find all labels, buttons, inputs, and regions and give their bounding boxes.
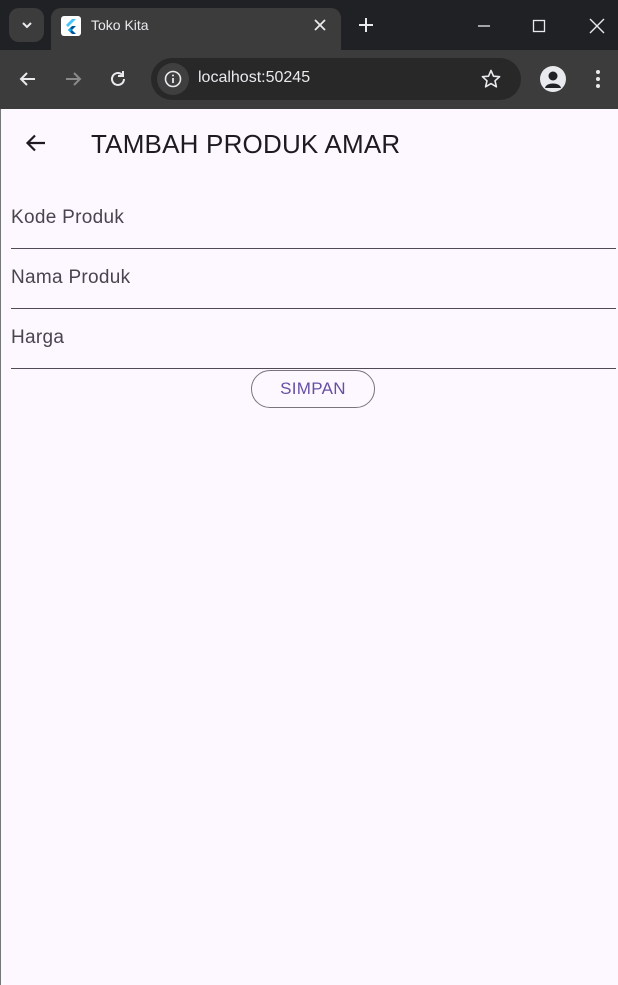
browser-menu-button[interactable]	[588, 66, 608, 92]
harga-field[interactable]	[11, 308, 616, 369]
info-icon	[164, 70, 182, 88]
tab-title: Toko Kita	[91, 17, 149, 33]
arrow-left-icon	[25, 134, 45, 152]
profile-icon	[545, 71, 561, 88]
maximize-button[interactable]	[527, 14, 551, 38]
page-title: TAMBAH PRODUK AMAR	[91, 129, 401, 159]
back-nav-button[interactable]	[15, 66, 41, 92]
browser-tab[interactable]: Toko Kita	[51, 8, 341, 50]
browser-tabstrip: Toko Kita	[0, 0, 618, 50]
back-button[interactable]	[20, 127, 52, 159]
minimize-button[interactable]	[472, 14, 496, 38]
plus-icon	[359, 18, 373, 32]
forward-nav-button[interactable]	[60, 66, 86, 92]
browser-toolbar: localhost:50245	[0, 50, 618, 109]
nama-produk-field[interactable]	[11, 248, 616, 309]
harga-input[interactable]	[11, 308, 616, 368]
simpan-button[interactable]: SIMPAN	[251, 370, 375, 408]
close-window-button[interactable]	[585, 14, 609, 38]
profile-button[interactable]	[540, 66, 566, 92]
flutter-logo-icon	[61, 16, 81, 36]
bookmark-button[interactable]	[479, 67, 503, 91]
close-icon	[314, 19, 326, 31]
arrow-right-icon	[66, 72, 82, 86]
more-vertical-icon	[596, 70, 600, 88]
reload-icon	[111, 71, 125, 86]
app-bar: TAMBAH PRODUK AMAR	[0, 109, 618, 179]
address-bar[interactable]: localhost:50245	[151, 58, 521, 100]
tab-close-button[interactable]	[311, 16, 329, 34]
star-icon	[481, 69, 501, 88]
kode-produk-field[interactable]	[11, 188, 616, 249]
new-tab-button[interactable]	[355, 14, 377, 36]
url-text[interactable]: localhost:50245	[198, 69, 310, 87]
close-icon	[589, 18, 605, 34]
tab-search-button[interactable]	[9, 8, 44, 42]
chevron-down-icon	[21, 22, 32, 29]
minimize-icon	[478, 25, 490, 27]
page-edge	[0, 109, 1, 985]
site-info-button[interactable]	[157, 63, 189, 95]
maximize-icon	[532, 19, 546, 33]
nama-produk-input[interactable]	[11, 248, 616, 308]
arrow-left-icon	[19, 72, 35, 86]
reload-button[interactable]	[105, 66, 131, 92]
kode-produk-input[interactable]	[11, 188, 616, 248]
